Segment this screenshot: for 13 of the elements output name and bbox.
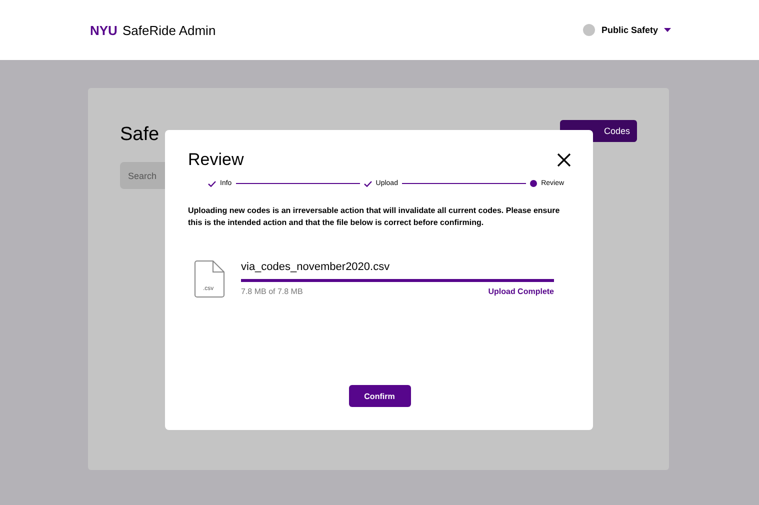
page-title: Safe — [120, 124, 160, 146]
user-menu[interactable]: Public Safety — [583, 24, 671, 36]
file-name: via_codes_november2020.csv — [241, 260, 391, 273]
avatar-icon — [583, 24, 596, 36]
app-title: SafeRide Admin — [122, 22, 216, 38]
close-button[interactable] — [557, 153, 571, 167]
caret-icon — [664, 28, 671, 32]
warning-message: Uploading new codes is an irreversable action that will invalidate all current codes. Please ensure this is the intended action and that the file below is correct before confirming. — [188, 205, 561, 230]
dialog-title: Review — [188, 150, 244, 170]
file-size: 7.8 MB of 7.8 MB — [241, 286, 303, 296]
confirm-button[interactable]: Confirm — [348, 385, 410, 407]
upload-status: Upload Complete — [488, 286, 554, 296]
brand-logo: NYU — [90, 22, 118, 38]
